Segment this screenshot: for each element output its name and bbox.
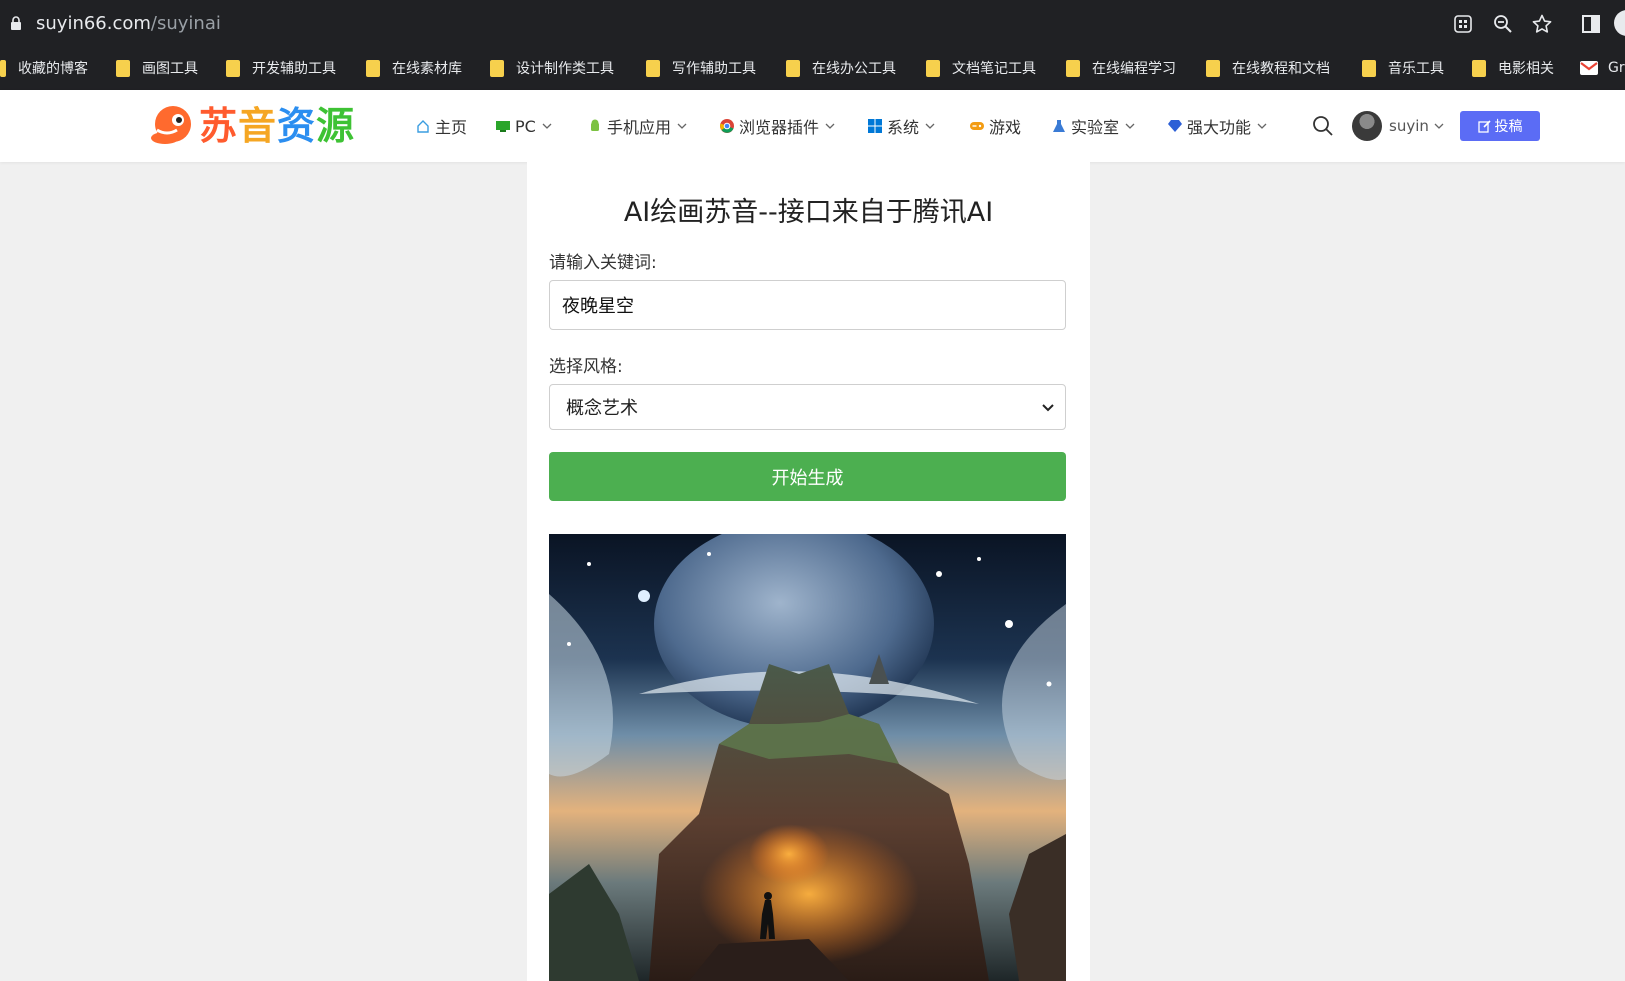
bookmark-folder[interactable]: 在线编程学习: [1066, 46, 1176, 90]
zoom-out-icon[interactable]: [1492, 13, 1514, 35]
chrome-icon: [720, 119, 734, 133]
folder-icon: [1362, 59, 1376, 77]
bookmark-folder[interactable]: 文档笔记工具: [926, 46, 1036, 90]
edit-icon: [1477, 119, 1491, 133]
user-menu[interactable]: suyin: [1352, 109, 1444, 143]
style-label: 选择风格:: [549, 357, 623, 377]
nav-item-home[interactable]: 主页: [416, 113, 467, 139]
folder-icon: [786, 59, 800, 77]
monitor-icon: [496, 121, 510, 132]
logo-char: 源: [316, 104, 356, 148]
submit-post-button[interactable]: 投稿: [1460, 111, 1540, 141]
folder-icon: [116, 59, 130, 77]
nav-item-power-features[interactable]: 强大功能: [1168, 113, 1267, 139]
android-icon: [591, 119, 599, 131]
side-panel-icon[interactable]: [1580, 13, 1602, 35]
logo-char: 资: [277, 104, 317, 148]
folder-icon: [1066, 59, 1080, 77]
chevron-down-icon: [1434, 123, 1444, 129]
chevron-down-icon: [1257, 123, 1267, 129]
folder-icon: [490, 59, 504, 77]
logo-char: 音: [238, 104, 278, 148]
bookmarks-bar: 收藏的博客 画图工具 开发辅助工具 在线素材库 设计制作类工具 写作辅助工具 在…: [0, 46, 1625, 90]
home-icon: [417, 120, 429, 133]
chevron-down-icon: [825, 123, 835, 129]
page-title: AI绘画苏音--接口来自于腾讯AI: [623, 197, 994, 228]
chevron-down-icon: [1125, 123, 1135, 129]
generated-artwork-image: [549, 534, 1066, 981]
bookmark-folder[interactable]: 设计制作类工具: [490, 46, 614, 90]
star-bookmark-icon[interactable]: [1531, 13, 1553, 35]
bookmark-folder[interactable]: 开发辅助工具: [226, 46, 336, 90]
url-field[interactable]: suyin66.com/suyinai: [36, 13, 221, 34]
folder-icon: [646, 59, 660, 77]
bookmark-folder[interactable]: 在线素材库: [366, 46, 462, 90]
style-select[interactable]: 概念艺术: [549, 384, 1066, 430]
chevron-down-icon: [542, 123, 552, 129]
chevron-down-icon: [1042, 404, 1054, 412]
nav-item-mobile-apps[interactable]: 手机应用: [588, 113, 687, 139]
bookmark-folder[interactable]: 画图工具: [116, 46, 198, 90]
gem-icon: [1168, 120, 1182, 132]
nav-item-games[interactable]: 游戏: [970, 113, 1021, 139]
bookmark-gmail[interactable]: Gr: [1580, 46, 1625, 90]
bookmark-folder[interactable]: 电影相关: [1472, 46, 1554, 90]
mascot-logo-icon: [151, 106, 191, 144]
folder-icon: [226, 59, 240, 77]
site-header: 苏音资源 主页 PC 手机应用 浏览器插件 系统 游戏 实验室 强大功能 suy…: [0, 90, 1625, 162]
avatar: [1352, 111, 1382, 141]
gamepad-icon: [970, 122, 984, 130]
keyword-label: 请输入关键词:: [549, 253, 657, 273]
ai-drawing-card: AI绘画苏音--接口来自于腾讯AI 请输入关键词: 夜晚星空 选择风格: 概念艺…: [527, 162, 1090, 981]
profile-avatar[interactable]: [1614, 10, 1625, 36]
bookmark-folder[interactable]: 在线教程和文档: [1206, 46, 1330, 90]
windows-icon: [868, 119, 882, 133]
nav-item-browser-extensions[interactable]: 浏览器插件: [720, 113, 835, 139]
folder-icon: [1206, 59, 1220, 77]
folder-icon: [1472, 59, 1486, 77]
logo-char: 苏: [199, 104, 239, 148]
flask-icon: [1053, 120, 1065, 132]
folder-icon: [926, 59, 940, 77]
generate-button[interactable]: 开始生成: [549, 452, 1066, 501]
nav-item-lab[interactable]: 实验室: [1052, 113, 1135, 139]
search-icon[interactable]: [1312, 115, 1334, 137]
bookmark-folder[interactable]: 音乐工具: [1362, 46, 1444, 90]
bookmark-folder[interactable]: 在线办公工具: [786, 46, 896, 90]
chevron-down-icon: [677, 123, 687, 129]
folder-icon: [0, 59, 6, 77]
site-logo[interactable]: 苏音资源: [147, 102, 355, 150]
folder-icon: [366, 59, 380, 77]
bookmark-folder[interactable]: 收藏的博客: [0, 46, 88, 90]
lock-icon: [11, 16, 21, 30]
bookmark-folder[interactable]: 写作辅助工具: [646, 46, 756, 90]
gmail-icon: [1580, 61, 1598, 75]
nav-item-system[interactable]: 系统: [868, 113, 935, 139]
chevron-down-icon: [925, 123, 935, 129]
nav-item-pc[interactable]: PC: [496, 113, 552, 139]
qr-code-icon[interactable]: [1452, 13, 1474, 35]
keyword-input[interactable]: 夜晚星空: [549, 280, 1066, 330]
browser-address-bar: suyin66.com/suyinai: [0, 0, 1625, 46]
